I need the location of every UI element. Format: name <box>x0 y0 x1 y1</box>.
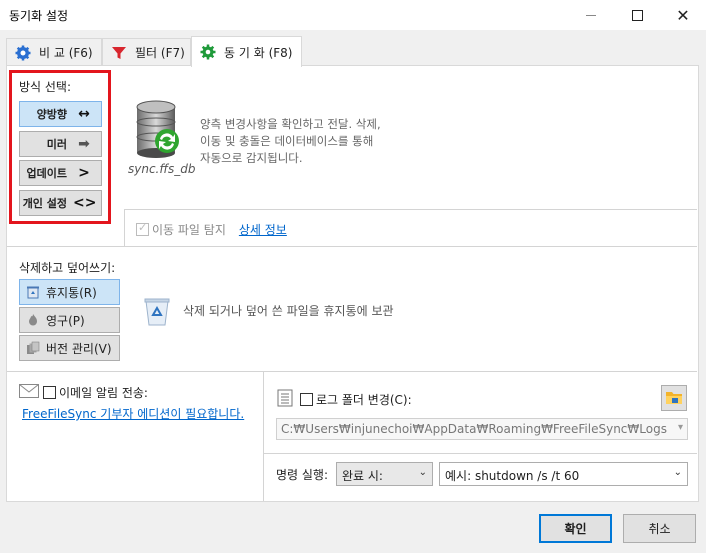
tab-filter-label: 필터 (F7) <box>135 46 185 60</box>
divider <box>264 453 697 454</box>
tab-compare-label: 비 교 (F6) <box>39 46 93 60</box>
email-label: 이메일 알림 전송: <box>59 386 148 400</box>
tab-compare[interactable]: 비 교 (F6) <box>6 38 102 66</box>
tab-sync-label: 동 기 화 (F8) <box>224 45 293 60</box>
command-label: 명령 실행: <box>276 468 329 482</box>
method-two-way-button[interactable]: 양방향 ↔ <box>19 101 102 127</box>
close-button[interactable]: ✕ <box>660 0 706 30</box>
recycle-bin-icon <box>26 285 40 299</box>
command-when-select[interactable]: 완료 시: ⌄ <box>336 462 433 486</box>
cancel-button[interactable]: 취소 <box>623 514 696 543</box>
divider <box>7 246 697 247</box>
method-description-line: 자동으로 감지됩니다. <box>200 151 303 165</box>
permanent-delete-label: 영구(P) <box>46 313 85 328</box>
detect-moved-files-option[interactable]: 이동 파일 탐지 상세 정보 <box>136 221 287 238</box>
angle-brackets-icon: <> <box>73 195 97 211</box>
method-two-way-label: 양방향 <box>36 108 67 121</box>
two-way-arrow-icon: ↔ <box>78 106 90 122</box>
flame-icon <box>26 313 40 327</box>
method-description-line: 양측 변경사항을 확인하고 전달. 삭제, <box>200 117 381 131</box>
divider <box>124 209 697 210</box>
ok-button[interactable]: 확인 <box>539 514 612 543</box>
divider <box>124 209 125 246</box>
minimize-button[interactable] <box>568 0 614 30</box>
detect-moved-label: 이동 파일 탐지 <box>152 223 226 237</box>
folder-icon <box>665 389 683 408</box>
log-folder-option: 로그 폴더 변경(C): <box>276 389 412 410</box>
method-mirror-label: 미러 <box>46 138 67 151</box>
gear-green-icon <box>200 44 216 60</box>
close-icon: ✕ <box>676 5 690 25</box>
tab-filter[interactable]: 필터 (F7) <box>102 38 191 66</box>
method-custom-label: 개인 설정 <box>22 197 67 210</box>
versioning-button[interactable]: 버전 관리(V) <box>19 335 120 361</box>
command-input[interactable]: 예시: shutdown /s /t 60 ⌄ <box>439 462 688 486</box>
method-description: 양측 변경사항을 확인하고 전달. 삭제, 이동 및 충돌은 데이터베이스를 통… <box>200 116 420 167</box>
method-label: 방식 선택: <box>19 80 72 94</box>
log-folder-path-field[interactable]: C:₩Users₩injunechoi₩AppData₩Roaming₩Free… <box>276 418 688 440</box>
recycle-bin-label: 휴지통(R) <box>46 285 97 300</box>
log-folder-path: C:₩Users₩injunechoi₩AppData₩Roaming₩Free… <box>281 422 667 436</box>
chevron-down-icon: ▾ <box>677 422 683 433</box>
versioning-label: 버전 관리(V) <box>46 341 112 356</box>
minimize-icon <box>586 14 596 16</box>
email-option: 이메일 알림 전송: <box>19 384 148 401</box>
method-update-button[interactable]: 업데이트 > <box>19 160 102 186</box>
database-filename: sync.ffs_db <box>128 162 196 176</box>
maximize-button[interactable] <box>614 0 660 30</box>
permanent-delete-button[interactable]: 영구(P) <box>19 307 120 333</box>
details-link[interactable]: 상세 정보 <box>239 221 287 238</box>
chevron-down-icon: ⌄ <box>673 467 682 478</box>
right-arrow-icon: ➡ <box>78 136 90 152</box>
method-mirror-button[interactable]: 미러 ➡ <box>19 131 102 157</box>
envelope-icon <box>19 384 39 401</box>
command-when-value: 완료 시: <box>342 469 383 483</box>
gear-blue-icon <box>15 45 31 61</box>
command-placeholder: 예시: shutdown /s /t 60 <box>445 469 580 483</box>
method-update-label: 업데이트 <box>26 167 67 180</box>
browse-folder-button[interactable] <box>661 385 687 411</box>
window-title: 동기화 설정 <box>9 9 69 23</box>
divider <box>263 371 264 501</box>
recycle-bin-button[interactable]: 휴지통(R) <box>19 279 120 305</box>
log-folder-checkbox[interactable] <box>300 393 313 406</box>
method-custom-button[interactable]: 개인 설정 <> <box>19 190 102 216</box>
divider <box>7 371 697 372</box>
database-sync-icon <box>134 99 184 159</box>
detect-moved-checkbox[interactable] <box>136 221 149 236</box>
versions-icon <box>26 341 40 355</box>
chevron-right-icon: > <box>78 165 90 181</box>
log-list-icon <box>276 389 294 410</box>
filter-icon <box>111 45 127 61</box>
maximize-icon <box>631 9 643 21</box>
deletion-description: 삭제 되거나 덮어 쓴 파일을 휴지통에 보관 <box>183 304 394 318</box>
recycle-bin-large-icon <box>143 296 171 326</box>
email-checkbox[interactable] <box>43 386 56 399</box>
chevron-down-icon: ⌄ <box>418 467 427 478</box>
log-folder-label: 로그 폴더 변경(C): <box>316 393 412 407</box>
tab-sync[interactable]: 동 기 화 (F8) <box>191 36 302 67</box>
title-bar: 동기화 설정 ✕ <box>0 0 706 30</box>
method-description-line: 이동 및 충돌은 데이터베이스를 통해 <box>200 134 374 148</box>
donation-edition-link[interactable]: FreeFileSync 기부자 에디션이 필요합니다. <box>22 405 244 422</box>
deletion-label: 삭제하고 덮어쓰기: <box>19 261 116 275</box>
